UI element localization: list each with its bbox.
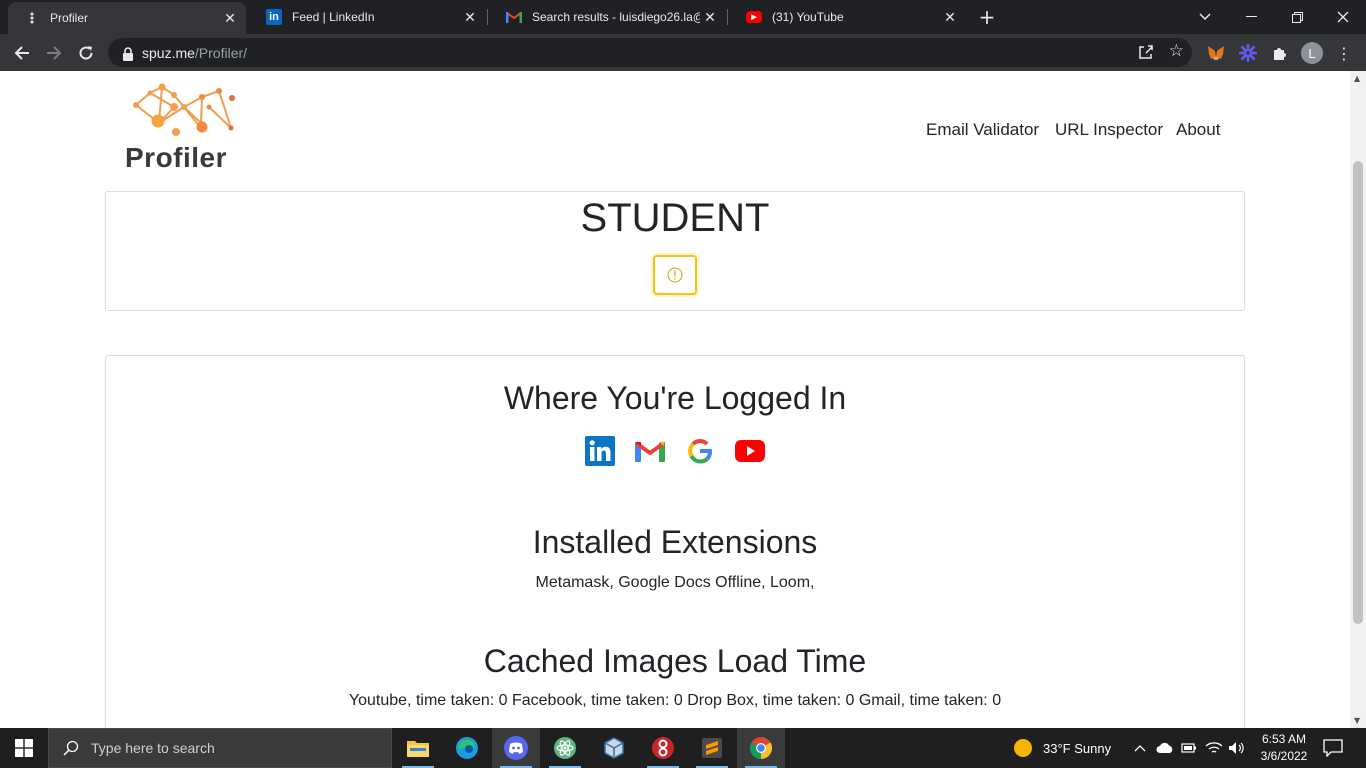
share-icon[interactable] bbox=[1138, 44, 1154, 64]
weather-text: 33°F Sunny bbox=[1043, 740, 1112, 756]
git-client-icon[interactable] bbox=[639, 728, 687, 768]
weather-widget[interactable]: 33°F Sunny bbox=[1013, 728, 1111, 768]
linkedin-icon: in bbox=[266, 9, 282, 25]
tab-linkedin[interactable]: in Feed | LinkedIn ✕ bbox=[248, 0, 486, 34]
clock-date: 3/6/2022 bbox=[1260, 749, 1308, 763]
taskbar-clock[interactable]: 6:53 AM 3/6/2022 bbox=[1252, 731, 1316, 765]
arrow-right-icon bbox=[47, 46, 62, 60]
discord-icon[interactable] bbox=[492, 728, 540, 768]
tab-youtube[interactable]: ▶ (31) YouTube ✕ bbox=[728, 0, 966, 34]
tab-strip: Profiler ✕ in Feed | LinkedIn ✕ Search r… bbox=[0, 0, 1366, 34]
back-button[interactable] bbox=[9, 40, 35, 66]
file-explorer-icon[interactable] bbox=[394, 728, 442, 768]
close-icon[interactable]: ✕ bbox=[220, 8, 240, 28]
address-bar[interactable]: spuz.me/Profiler/ ☆ bbox=[108, 38, 1192, 67]
google-icon bbox=[684, 435, 716, 467]
edge-icon[interactable] bbox=[443, 728, 491, 768]
gmail-icon bbox=[506, 9, 522, 25]
start-button[interactable] bbox=[0, 728, 48, 768]
info-button[interactable] bbox=[653, 255, 697, 295]
logged-in-title: Where You're Logged In bbox=[503, 380, 847, 416]
logged-in-services bbox=[584, 435, 784, 467]
close-icon[interactable]: ✕ bbox=[460, 7, 480, 27]
battery-icon[interactable] bbox=[1181, 728, 1197, 768]
gmail-icon bbox=[634, 435, 666, 467]
tab-title: (31) YouTube bbox=[772, 10, 844, 24]
volume-icon[interactable] bbox=[1228, 728, 1246, 768]
tab-title: Search results - luisdiego26.la@g bbox=[532, 10, 700, 24]
profile-label: STUDENT bbox=[580, 196, 770, 240]
puzzle-icon[interactable] bbox=[1270, 43, 1290, 63]
sublime-text-icon[interactable] bbox=[688, 728, 736, 768]
profile-avatar[interactable]: L bbox=[1301, 42, 1323, 64]
url-path: /Profiler/ bbox=[194, 44, 248, 61]
details-card: Where You're Logged In Installed Extensi… bbox=[105, 355, 1245, 728]
tab-title: Feed | LinkedIn bbox=[292, 10, 375, 24]
page-viewport: Profiler Email Validator URL Inspector A… bbox=[0, 71, 1350, 728]
loom-icon[interactable] bbox=[1238, 43, 1258, 63]
restore-icon bbox=[1291, 11, 1303, 23]
tab-search-button[interactable] bbox=[1182, 0, 1228, 34]
search-placeholder: Type here to search bbox=[91, 740, 215, 756]
nav-about[interactable]: About bbox=[1176, 120, 1220, 140]
cached-images-text: Youtube, time taken: 0 Facebook, time ta… bbox=[348, 692, 1002, 709]
lock-icon bbox=[122, 46, 134, 61]
profiler-icon bbox=[24, 10, 40, 26]
metamask-icon[interactable] bbox=[1206, 43, 1226, 63]
nav-email-validator[interactable]: Email Validator bbox=[926, 120, 1039, 140]
chrome-icon[interactable] bbox=[737, 728, 785, 768]
tab-title: Profiler bbox=[50, 11, 89, 25]
scrollbar-thumb[interactable] bbox=[1353, 161, 1363, 624]
close-icon[interactable]: ✕ bbox=[940, 7, 960, 27]
page-scrollbar[interactable]: ▲ ▼ bbox=[1350, 71, 1366, 728]
scroll-up-icon[interactable]: ▲ bbox=[1354, 74, 1360, 83]
close-icon[interactable]: ✕ bbox=[700, 7, 720, 27]
minimize-icon bbox=[1245, 16, 1257, 17]
close-window-button[interactable] bbox=[1320, 0, 1366, 34]
extensions-title: Installed Extensions bbox=[532, 524, 818, 560]
taskbar-search[interactable]: Type here to search bbox=[48, 728, 392, 768]
nav-url-inspector[interactable]: URL Inspector bbox=[1055, 120, 1163, 140]
browser-toolbar: spuz.me/Profiler/ ☆ L ⋮ bbox=[0, 34, 1366, 71]
restore-button[interactable] bbox=[1274, 0, 1320, 34]
notification-center-icon[interactable] bbox=[1323, 728, 1343, 768]
arrow-left-icon bbox=[14, 46, 29, 60]
cached-images-title: Cached Images Load Time bbox=[483, 643, 867, 679]
profile-card: STUDENT bbox=[105, 191, 1245, 311]
virtualbox-icon[interactable] bbox=[590, 728, 638, 768]
forward-button[interactable] bbox=[41, 40, 67, 66]
search-icon bbox=[63, 740, 79, 756]
youtube-icon: ▶ bbox=[746, 11, 762, 23]
chevron-down-icon bbox=[1199, 13, 1211, 21]
show-hidden-icons-chevron-up-icon[interactable] bbox=[1134, 728, 1146, 768]
url-text: spuz.me/Profiler/ bbox=[142, 45, 247, 61]
tab-gmail[interactable]: Search results - luisdiego26.la@g ✕ bbox=[488, 0, 726, 34]
youtube-icon bbox=[734, 435, 766, 467]
wifi-icon[interactable] bbox=[1205, 728, 1223, 768]
reload-button[interactable] bbox=[73, 40, 99, 66]
reload-icon bbox=[79, 46, 93, 60]
clock-time: 6:53 AM bbox=[1261, 732, 1307, 746]
atom-icon[interactable] bbox=[541, 728, 589, 768]
new-tab-button[interactable]: + bbox=[976, 5, 998, 29]
star-icon[interactable]: ☆ bbox=[1169, 43, 1184, 60]
sun-icon bbox=[1014, 739, 1032, 757]
logo-text: Profiler bbox=[125, 142, 228, 173]
scroll-down-icon[interactable]: ▼ bbox=[1354, 716, 1360, 725]
extensions-list: Metamask, Google Docs Offline, Loom, bbox=[535, 574, 815, 591]
close-icon bbox=[1337, 11, 1349, 23]
minimize-button[interactable] bbox=[1228, 0, 1274, 34]
windows-logo-icon bbox=[15, 739, 33, 757]
windows-taskbar: Type here to search 33°F Sunny 6:53 AM 3… bbox=[0, 728, 1366, 768]
url-host: spuz.me bbox=[142, 44, 195, 61]
kebab-menu-icon[interactable]: ⋮ bbox=[1334, 43, 1354, 63]
linkedin-icon bbox=[584, 435, 616, 467]
onedrive-icon[interactable] bbox=[1156, 728, 1174, 768]
tab-profiler[interactable]: Profiler ✕ bbox=[8, 2, 246, 34]
info-icon bbox=[667, 267, 683, 283]
